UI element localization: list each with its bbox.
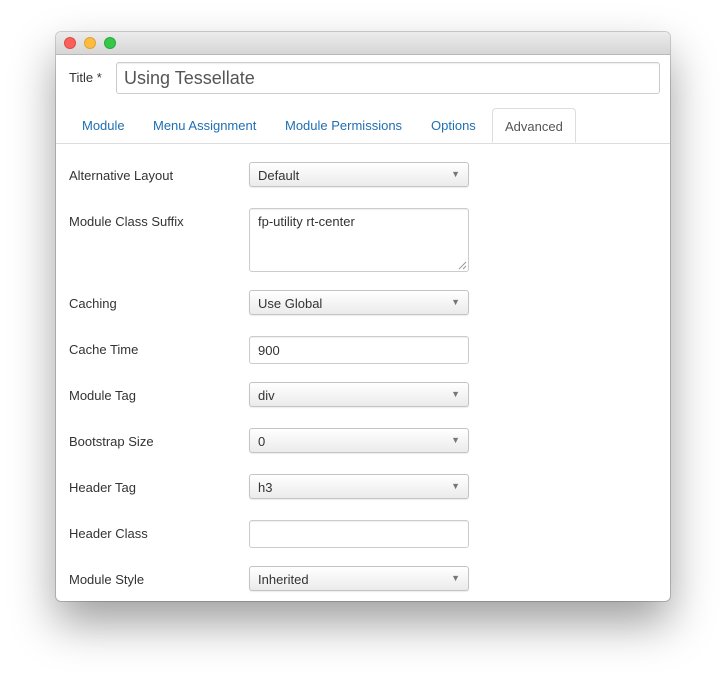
header-tag-label: Header Tag <box>69 480 136 495</box>
tab-module-permissions[interactable]: Module Permissions <box>285 118 402 133</box>
tab-menu-assignment[interactable]: Menu Assignment <box>153 118 256 133</box>
module-tag-label: Module Tag <box>69 388 136 403</box>
cache-time-input[interactable] <box>249 336 469 364</box>
alternative-layout-value: Default <box>258 168 300 183</box>
maximize-window-button[interactable] <box>104 37 116 49</box>
module-style-select[interactable]: Inherited ▼ <box>249 566 469 591</box>
module-editor-window: Title * Module Menu Assignment Module Pe… <box>56 32 670 601</box>
module-tag-select[interactable]: div ▼ <box>249 382 469 407</box>
minimize-window-button[interactable] <box>84 37 96 49</box>
tab-module[interactable]: Module <box>82 118 125 133</box>
chevron-down-icon: ▼ <box>451 169 460 179</box>
chevron-down-icon: ▼ <box>451 297 460 307</box>
chevron-down-icon: ▼ <box>451 435 460 445</box>
module-tag-value: div <box>258 388 275 403</box>
header-class-input[interactable] <box>249 520 469 548</box>
cache-time-label: Cache Time <box>69 342 139 357</box>
alternative-layout-label: Alternative Layout <box>69 168 174 183</box>
module-class-suffix-label: Module Class Suffix <box>69 214 184 229</box>
header-class-label: Header Class <box>69 526 148 541</box>
caching-select[interactable]: Use Global ▼ <box>249 290 469 315</box>
tab-advanced[interactable]: Advanced <box>492 108 576 143</box>
chevron-down-icon: ▼ <box>451 389 460 399</box>
close-window-button[interactable] <box>64 37 76 49</box>
header-tag-value: h3 <box>258 480 273 495</box>
chevron-down-icon: ▼ <box>451 481 460 491</box>
alternative-layout-select[interactable]: Default ▼ <box>249 162 469 187</box>
caching-label: Caching <box>69 296 117 311</box>
title-input[interactable] <box>116 62 660 94</box>
header-tag-select[interactable]: h3 ▼ <box>249 474 469 499</box>
chevron-down-icon: ▼ <box>451 573 460 583</box>
bootstrap-size-value: 0 <box>258 434 266 449</box>
window-titlebar <box>56 32 670 55</box>
caching-value: Use Global <box>258 296 323 311</box>
tab-options[interactable]: Options <box>431 118 476 133</box>
module-class-suffix-textarea[interactable]: fp-utility rt-center <box>249 208 469 272</box>
bootstrap-size-select[interactable]: 0 ▼ <box>249 428 469 453</box>
module-style-value: Inherited <box>258 572 309 587</box>
module-style-label: Module Style <box>69 572 145 587</box>
resize-grip-icon[interactable] <box>457 260 467 270</box>
tab-bar: Module Menu Assignment Module Permission… <box>56 108 670 144</box>
bootstrap-size-label: Bootstrap Size <box>69 434 154 449</box>
title-label: Title * <box>69 70 102 85</box>
